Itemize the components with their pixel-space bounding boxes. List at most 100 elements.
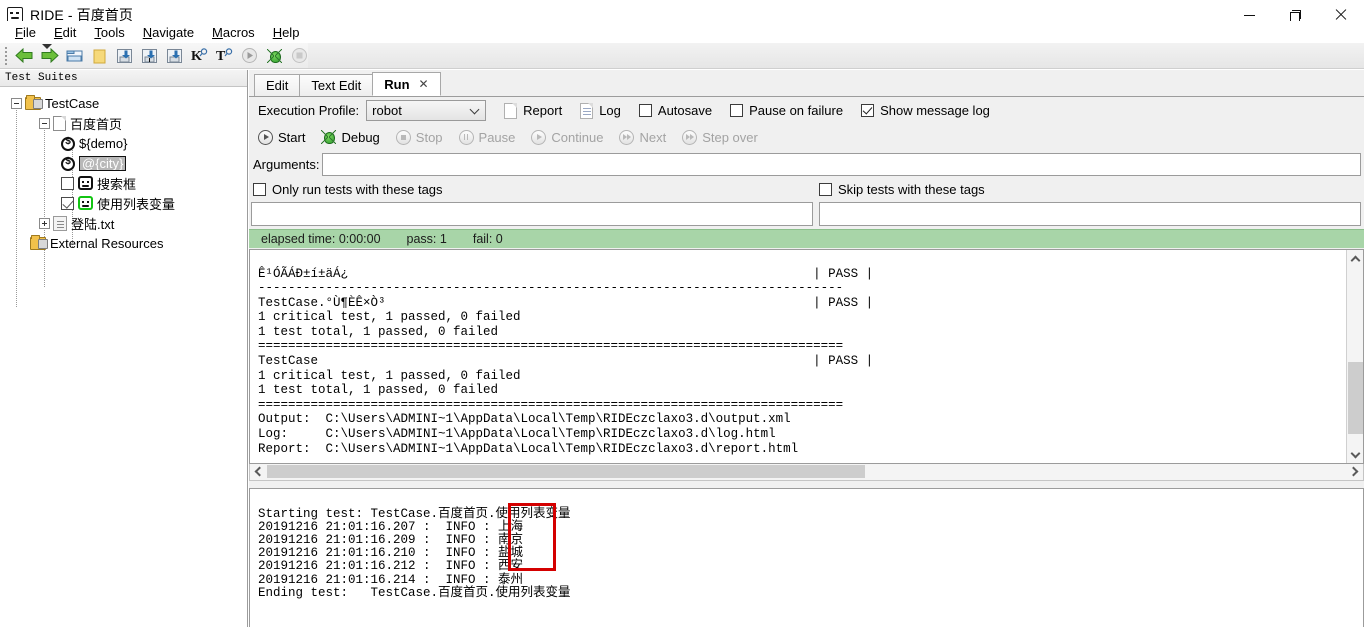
menu-file[interactable]: File <box>6 23 45 42</box>
show-message-log-label: Show message log <box>880 103 990 118</box>
chevron-down-icon <box>1350 448 1361 458</box>
back-button[interactable] <box>12 44 37 68</box>
elapsed-time: elapsed time: 0:00:00 <box>261 232 381 246</box>
log-label: Log <box>599 103 621 118</box>
menu-edit[interactable]: Edit <box>45 23 85 42</box>
continue-label: Continue <box>551 129 604 145</box>
tab-edit[interactable]: Edit <box>254 74 301 96</box>
new-folder-button[interactable] <box>87 44 112 68</box>
pause-label: Pause <box>478 129 516 145</box>
testcase-icon-green <box>78 196 93 210</box>
tab-label: Text Edit <box>311 78 362 93</box>
save-as-button[interactable] <box>137 44 162 68</box>
skip-tags-label: Skip tests with these tags <box>838 181 985 197</box>
list-variable-icon <box>61 156 75 171</box>
expander-minus-icon[interactable] <box>39 117 50 129</box>
tree-item-demo-variable[interactable]: ${demo} <box>0 133 247 153</box>
tree-item-list-variable-test[interactable]: 使用列表变量 <box>0 193 247 213</box>
menu-help[interactable]: Help <box>264 23 309 42</box>
tree-item-testcase[interactable]: TestCase <box>0 93 247 113</box>
scroll-up-button[interactable] <box>1347 250 1363 267</box>
scroll-right-button[interactable] <box>1347 464 1363 479</box>
tree-item-baidu-homepage[interactable]: 百度首页 <box>0 113 247 133</box>
only-run-tags-checkbox[interactable]: Only run tests with these tags <box>253 182 813 197</box>
test-suites-header: Test Suites <box>0 70 247 87</box>
save-all-button[interactable] <box>162 44 187 68</box>
execution-profile-select[interactable]: robot <box>366 100 487 121</box>
tab-text-edit[interactable]: Text Edit <box>299 74 374 96</box>
arguments-row: Arguments: <box>249 150 1364 179</box>
execution-profile-value: robot <box>372 103 402 118</box>
vertical-scroll-thumb[interactable] <box>1348 362 1363 434</box>
suite-icon <box>25 94 43 110</box>
tree-item-label: 使用列表变量 <box>97 196 176 212</box>
toolbar-grip[interactable] <box>2 46 10 66</box>
tag-filter-input-row <box>249 199 1364 229</box>
report-button[interactable]: Report <box>504 102 562 119</box>
log-button[interactable]: Log <box>580 102 621 119</box>
pause-run-button: Pause <box>458 129 516 145</box>
next-run-button: Next <box>619 129 666 145</box>
tab-label: Edit <box>266 78 289 93</box>
tree-item-city-variable[interactable]: @{city} <box>0 153 247 173</box>
arguments-input[interactable] <box>322 153 1361 176</box>
save-button[interactable] <box>112 44 137 68</box>
message-log-panel: Starting test: TestCase.百度首页.使用列表变量 2019… <box>249 488 1364 627</box>
message-log-text: Starting test: TestCase.百度首页.使用列表变量 2019… <box>258 506 571 600</box>
chevron-up-icon <box>1350 255 1361 265</box>
expander-plus-icon[interactable] <box>39 217 50 229</box>
horizontal-scroll-thumb[interactable] <box>267 465 865 478</box>
keyword-search-button[interactable]: K <box>187 44 212 68</box>
pause-on-failure-checkbox[interactable]: Pause on failure <box>730 103 843 118</box>
run-controls-row: Start Debug Stop Pause Continue Next Ste… <box>249 124 1364 150</box>
tab-run[interactable]: Run ✕ <box>372 72 441 96</box>
test-search-button[interactable]: T <box>212 44 237 68</box>
maximize-icon <box>1289 9 1301 22</box>
show-message-log-checkbox[interactable]: Show message log <box>861 103 990 118</box>
console-horizontal-scrollbar[interactable] <box>249 464 1364 481</box>
editor-panel: Edit Text Edit Run ✕ Execution Profile: … <box>249 70 1364 627</box>
debug-button[interactable] <box>262 44 287 68</box>
next-icon <box>619 129 635 145</box>
tab-close-icon[interactable]: ✕ <box>419 77 429 91</box>
tree-checkbox-checked[interactable] <box>61 196 74 210</box>
checkbox-icon <box>730 104 744 117</box>
chevron-left-icon <box>254 466 265 477</box>
forward-button[interactable] <box>37 44 62 68</box>
continue-play-icon <box>531 129 547 145</box>
start-button[interactable]: Start <box>258 129 305 145</box>
suite-icon <box>30 234 48 250</box>
save-as-icon <box>141 48 157 63</box>
open-folder-button[interactable] <box>62 44 87 68</box>
menu-bar: File Edit Tools Navigate Macros Help <box>0 21 1364 43</box>
save-icon <box>116 48 132 63</box>
debug-run-button[interactable]: Debug <box>321 130 380 145</box>
test-search-icon: T <box>216 48 233 64</box>
autosave-checkbox[interactable]: Autosave <box>638 103 712 118</box>
checkbox-checked-icon <box>861 104 875 117</box>
console-vertical-scrollbar[interactable] <box>1346 250 1363 463</box>
test-suites-panel: Test Suites TestCase 百度首页 ${demo} <box>0 70 248 627</box>
console-output-text: Ê¹ÓÃÁÐ±í±äÁ¿ | PASS | ------------------… <box>258 266 874 456</box>
scroll-down-button[interactable] <box>1347 446 1363 463</box>
expander-minus-icon[interactable] <box>11 97 22 109</box>
close-icon <box>1335 9 1347 21</box>
skip-tags-input[interactable] <box>819 202 1361 226</box>
tree-item-search-box-test[interactable]: 搜索框 <box>0 173 247 193</box>
new-folder-icon <box>93 49 105 63</box>
tree-item-login-txt[interactable]: 登陆.txt <box>0 213 247 233</box>
tree-item-external-resources[interactable]: External Resources <box>0 233 247 253</box>
tree-checkbox[interactable] <box>61 176 74 190</box>
only-run-tags-input[interactable] <box>251 202 813 226</box>
log-page-icon <box>580 102 594 119</box>
menu-tools[interactable]: Tools <box>85 23 133 42</box>
menu-macros[interactable]: Macros <box>203 23 264 42</box>
run-button[interactable] <box>237 44 262 68</box>
menu-navigate[interactable]: Navigate <box>134 23 203 42</box>
skip-tags-checkbox[interactable]: Skip tests with these tags <box>819 182 985 197</box>
scroll-left-button[interactable] <box>250 464 266 479</box>
tree-item-label-selected: @{city} <box>79 155 127 171</box>
chevron-down-icon <box>469 104 480 115</box>
pass-count: pass: 1 <box>406 232 447 246</box>
forward-icon <box>41 47 59 64</box>
